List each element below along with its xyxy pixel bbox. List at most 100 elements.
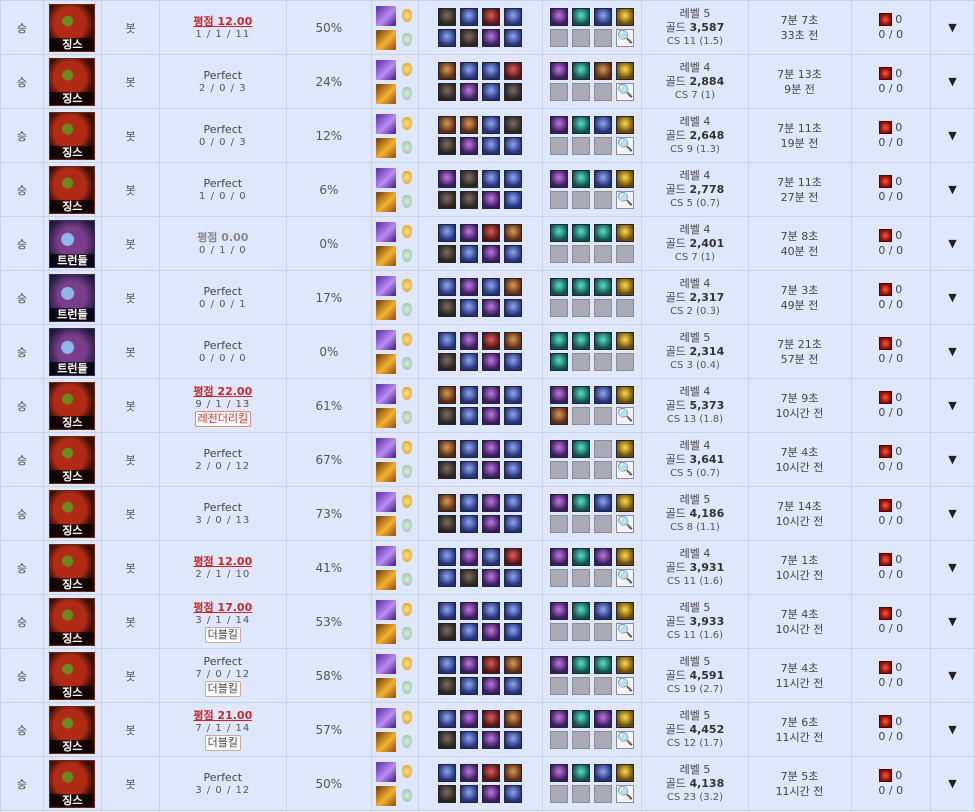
item-icon[interactable] [615,224,634,242]
empty-item-slot[interactable] [549,731,568,749]
team-champion-icon[interactable] [438,656,457,674]
team-champion-icon[interactable] [504,170,523,188]
empty-item-slot[interactable] [571,785,590,803]
summoner-spell-heal-icon[interactable] [375,785,396,806]
item-icon[interactable] [571,116,590,134]
item-icon[interactable] [571,8,590,26]
summoner-spell-heal-icon[interactable] [375,83,396,104]
empty-item-slot[interactable] [549,299,568,317]
team-champion-icon[interactable] [438,602,457,620]
team-champion-icon[interactable] [504,656,523,674]
team-champion-icon[interactable] [482,62,501,80]
item-icon[interactable] [549,224,568,242]
item-icon[interactable] [615,386,634,404]
item-icon[interactable] [593,602,612,620]
item-icon[interactable] [549,440,568,458]
team-champion-icon[interactable] [460,440,479,458]
item-icon[interactable] [571,602,590,620]
item-icon[interactable] [549,494,568,512]
item-icon[interactable] [571,440,590,458]
team-champion-icon[interactable] [504,569,523,587]
empty-item-slot[interactable] [549,515,568,533]
secondary-rune-icon[interactable] [401,33,412,46]
empty-item-slot[interactable] [571,353,590,371]
team-champion-icon[interactable] [438,62,457,80]
item-icon[interactable] [571,548,590,566]
secondary-rune-icon[interactable] [401,411,412,424]
item-icon[interactable] [549,116,568,134]
team-champion-icon[interactable] [460,191,479,209]
secondary-rune-icon[interactable] [401,303,412,316]
team-champion-icon[interactable] [438,29,457,47]
summoner-spell-heal-icon[interactable] [375,731,396,752]
empty-item-slot[interactable] [549,677,568,695]
team-champion-icon[interactable] [504,785,523,803]
team-champion-icon[interactable] [460,116,479,134]
search-icon[interactable]: 🔍 [615,515,634,533]
empty-item-slot[interactable] [593,299,612,317]
team-champion-icon[interactable] [460,569,479,587]
team-champion-icon[interactable] [482,83,501,101]
empty-item-slot[interactable] [593,515,612,533]
item-icon[interactable] [549,710,568,728]
expand-chevron-icon[interactable]: ▼ [948,399,956,412]
team-champion-icon[interactable] [504,353,523,371]
empty-item-slot[interactable] [593,440,612,458]
team-champion-icon[interactable] [482,440,501,458]
secondary-rune-icon[interactable] [401,573,412,586]
team-champion-icon[interactable] [460,623,479,641]
item-icon[interactable] [549,8,568,26]
empty-item-slot[interactable] [571,731,590,749]
item-icon[interactable] [593,62,612,80]
empty-item-slot[interactable] [593,83,612,101]
champion-portrait[interactable]: 징스 [49,759,96,808]
summoner-spell-heal-icon[interactable] [375,461,396,482]
team-champion-icon[interactable] [460,224,479,242]
team-champion-icon[interactable] [504,245,523,263]
team-champion-icon[interactable] [482,494,501,512]
item-icon[interactable] [549,548,568,566]
search-icon[interactable]: 🔍 [615,677,634,695]
summoner-spell-flash-icon[interactable] [375,383,396,404]
empty-item-slot[interactable] [571,299,590,317]
team-champion-icon[interactable] [482,656,501,674]
empty-item-slot[interactable] [571,245,590,263]
empty-item-slot[interactable] [593,245,612,263]
item-icon[interactable] [549,764,568,782]
team-champion-icon[interactable] [438,785,457,803]
summoner-spell-flash-icon[interactable] [375,221,396,242]
team-champion-icon[interactable] [438,83,457,101]
expand-chevron-icon[interactable]: ▼ [948,723,956,736]
empty-item-slot[interactable] [593,785,612,803]
empty-item-slot[interactable] [593,137,612,155]
team-champion-icon[interactable] [504,224,523,242]
team-champion-icon[interactable] [460,170,479,188]
team-champion-icon[interactable] [482,353,501,371]
primary-rune-icon[interactable] [401,711,412,724]
empty-item-slot[interactable] [593,407,612,425]
team-champion-icon[interactable] [460,62,479,80]
empty-item-slot[interactable] [593,569,612,587]
item-icon[interactable] [571,656,590,674]
empty-item-slot[interactable] [571,515,590,533]
team-champion-icon[interactable] [460,137,479,155]
team-champion-icon[interactable] [482,677,501,695]
team-champion-icon[interactable] [482,332,501,350]
item-icon[interactable] [615,764,634,782]
empty-item-slot[interactable] [549,191,568,209]
team-champion-icon[interactable] [460,515,479,533]
team-champion-icon[interactable] [504,677,523,695]
team-champion-icon[interactable] [438,764,457,782]
team-champion-icon[interactable] [460,602,479,620]
team-champion-icon[interactable] [482,29,501,47]
team-champion-icon[interactable] [438,407,457,425]
team-champion-icon[interactable] [438,623,457,641]
item-icon[interactable] [549,353,568,371]
team-champion-icon[interactable] [482,764,501,782]
team-champion-icon[interactable] [482,116,501,134]
primary-rune-icon[interactable] [401,225,412,238]
item-icon[interactable] [571,170,590,188]
item-icon[interactable] [549,386,568,404]
champion-portrait[interactable]: 트런들 [49,273,96,322]
item-icon[interactable] [593,656,612,674]
